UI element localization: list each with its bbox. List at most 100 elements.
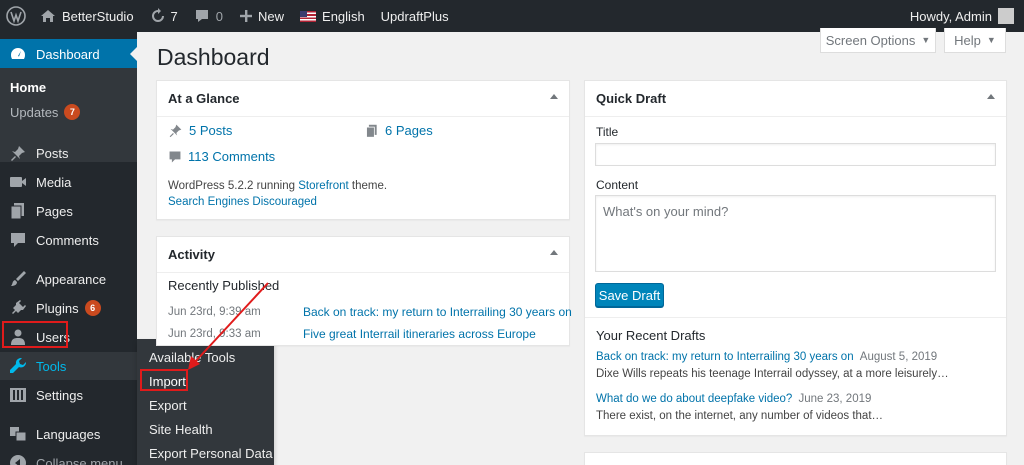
greeting: Howdy, Admin xyxy=(909,8,992,24)
flyout-available-tools[interactable]: Available Tools xyxy=(149,350,235,365)
search-engines-discouraged-link[interactable]: Search Engines Discouraged xyxy=(168,196,317,208)
theme-link[interactable]: Storefront xyxy=(298,180,349,192)
flyout-export[interactable]: Export xyxy=(149,398,187,413)
collapse-toggle-icon[interactable] xyxy=(987,94,995,99)
collapse-menu-label: Collapse menu xyxy=(36,455,123,465)
media-camera-icon xyxy=(8,172,28,192)
recent-drafts-heading: Your Recent Drafts xyxy=(596,328,706,343)
menu-comments[interactable]: Comments xyxy=(0,226,137,254)
at-a-glance-widget: At a Glance 5 Posts 6 Pages 113 Comments… xyxy=(156,80,570,220)
quick-draft-widget: Quick Draft Title Content What's on your… xyxy=(584,80,1007,436)
quick-draft-header[interactable]: Quick Draft xyxy=(585,81,1006,117)
comments-icon xyxy=(8,230,28,250)
draft-content-textarea[interactable]: What's on your mind? xyxy=(595,195,996,272)
draft-excerpt: Dixe Wills repeats his teenage Interrail… xyxy=(596,368,949,380)
comment-bubble-icon xyxy=(194,8,210,24)
language-switcher[interactable]: English xyxy=(292,0,373,32)
pushpin-icon xyxy=(168,123,183,138)
wordpress-version-text: WordPress 5.2.2 running Storefront theme… xyxy=(168,180,387,192)
at-a-glance-title: At a Glance xyxy=(168,91,240,106)
menu-plugins-label: Plugins xyxy=(36,300,79,316)
updates-link[interactable]: 7 xyxy=(142,0,186,32)
language-label: English xyxy=(322,8,365,24)
screen-options-label: Screen Options xyxy=(825,32,916,48)
menu-pages[interactable]: Pages xyxy=(0,197,137,225)
new-label: New xyxy=(258,8,285,24)
tools-highlight-annotation xyxy=(2,321,68,348)
caret-down-icon: ▼ xyxy=(986,35,996,45)
collapse-toggle-icon[interactable] xyxy=(550,94,558,99)
menu-languages-label: Languages xyxy=(36,426,101,442)
menu-plugins[interactable]: Plugins 6 xyxy=(0,294,137,322)
glance-posts-link[interactable]: 5 Posts xyxy=(189,123,232,138)
menu-dashboard-label: Dashboard xyxy=(36,46,100,62)
activity-date: Jun 23rd, 9:39 am xyxy=(168,306,261,318)
draft-excerpt: There exist, on the internet, any number… xyxy=(596,410,884,422)
updraftplus-link[interactable]: UpdraftPlus xyxy=(373,0,457,32)
glance-pages[interactable]: 6 Pages xyxy=(365,123,433,138)
wordpress-logo-icon[interactable] xyxy=(0,0,32,32)
pages-icon xyxy=(8,201,28,221)
plugins-badge: 6 xyxy=(84,300,101,316)
dashboard-gauge-icon xyxy=(8,44,28,64)
glance-comments-link[interactable]: 113 Comments xyxy=(188,149,275,164)
menu-media-label: Media xyxy=(36,174,72,190)
site-name-link[interactable]: BetterStudio xyxy=(32,0,142,32)
menu-media[interactable]: Media xyxy=(0,168,137,196)
tools-flyout-menu: Available Tools Import Export Site Healt… xyxy=(137,339,274,465)
menu-tools[interactable]: Tools xyxy=(0,352,137,380)
collapse-toggle-icon[interactable] xyxy=(550,250,558,255)
help-button[interactable]: Help ▼ xyxy=(944,28,1006,53)
draft-title-link[interactable]: What do we do about deepfake video? xyxy=(596,393,792,405)
menu-pages-label: Pages xyxy=(36,203,73,219)
collapse-menu-button[interactable]: Collapse menu xyxy=(0,449,137,465)
page-title: Dashboard xyxy=(157,44,270,70)
draft-date: June 23, 2019 xyxy=(798,393,872,405)
save-draft-button[interactable]: Save Draft xyxy=(595,283,664,307)
draft-date: August 5, 2019 xyxy=(859,351,938,363)
submenu-home[interactable]: Home xyxy=(10,80,46,95)
glance-pages-link[interactable]: 6 Pages xyxy=(385,123,433,138)
menu-dashboard[interactable]: Dashboard xyxy=(0,39,137,69)
menu-settings[interactable]: Settings xyxy=(0,381,137,409)
refresh-icon xyxy=(150,8,166,24)
menu-appearance[interactable]: Appearance xyxy=(0,265,137,293)
flyout-export-personal-data[interactable]: Export Personal Data xyxy=(149,446,273,461)
updates-badge: 7 xyxy=(64,104,81,120)
quick-draft-title: Quick Draft xyxy=(596,91,667,106)
activity-widget: Activity Recently Published Jun 23rd, 9:… xyxy=(156,236,572,346)
menu-posts-label: Posts xyxy=(36,145,69,161)
avatar xyxy=(998,8,1014,24)
collapse-arrow-icon xyxy=(8,453,28,465)
new-content-link[interactable]: New xyxy=(231,0,292,32)
activity-header[interactable]: Activity xyxy=(157,237,569,273)
flyout-site-health[interactable]: Site Health xyxy=(149,422,213,437)
activity-title: Activity xyxy=(168,247,215,262)
content-field-label: Content xyxy=(596,178,639,192)
site-name: BetterStudio xyxy=(62,8,134,24)
comments-link[interactable]: 0 xyxy=(186,0,231,32)
glance-comments[interactable]: 113 Comments xyxy=(168,149,275,164)
plus-icon xyxy=(239,9,253,23)
draft-title-link[interactable]: Back on track: my return to Interrailing… xyxy=(596,351,854,363)
screen-options-button[interactable]: Screen Options ▼ xyxy=(820,28,936,53)
activity-post-link[interactable]: Back on track: my return to Interrailing… xyxy=(303,305,572,319)
menu-appearance-label: Appearance xyxy=(36,271,107,287)
caret-down-icon: ▼ xyxy=(921,35,931,45)
submenu-updates[interactable]: Updates 7 xyxy=(10,104,81,120)
updates-count: 7 xyxy=(170,8,178,24)
menu-languages[interactable]: Languages xyxy=(0,420,137,448)
draft-title-input[interactable] xyxy=(595,143,996,166)
menu-posts[interactable]: Posts xyxy=(0,139,137,167)
paintbrush-icon xyxy=(8,269,28,289)
wordpress-events-widget-partial xyxy=(584,452,1007,465)
menu-comments-label: Comments xyxy=(36,232,99,248)
import-highlight-annotation xyxy=(140,369,188,391)
plug-icon xyxy=(8,298,28,318)
content-placeholder: What's on your mind? xyxy=(603,204,729,219)
draft-item: Back on track: my return to Interrailing… xyxy=(596,351,937,363)
at-a-glance-header[interactable]: At a Glance xyxy=(157,81,569,117)
activity-post-link[interactable]: Five great Interrail itineraries across … xyxy=(303,327,536,341)
comment-icon xyxy=(168,150,182,164)
glance-posts[interactable]: 5 Posts xyxy=(168,123,232,138)
